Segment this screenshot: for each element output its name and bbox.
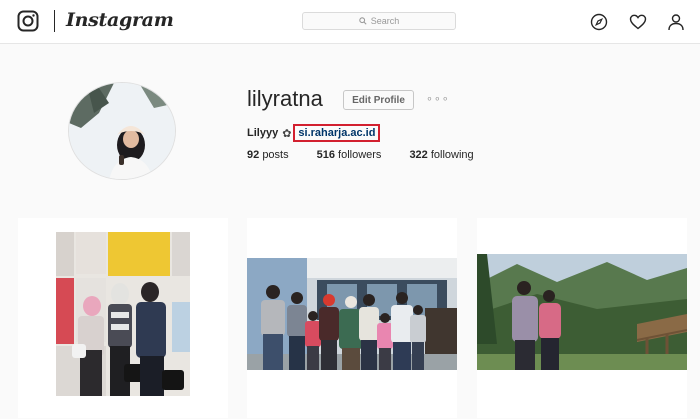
heart-icon[interactable] xyxy=(629,13,647,31)
avatar-photo xyxy=(69,83,175,179)
person-icon[interactable] xyxy=(667,13,685,31)
post-photo-group xyxy=(247,258,457,370)
post-thumbnail[interactable] xyxy=(477,218,687,418)
more-options-icon[interactable]: ∘∘∘ xyxy=(426,92,450,105)
following-stat[interactable]: 322 following xyxy=(409,149,473,161)
search-icon xyxy=(359,17,367,25)
search-placeholder: Search xyxy=(370,16,400,26)
post-thumbnail[interactable] xyxy=(18,218,228,418)
search-input[interactable]: Search xyxy=(302,12,456,30)
posts-stat[interactable]: 92 posts xyxy=(247,149,289,161)
edit-profile-button[interactable]: Edit Profile xyxy=(343,90,414,110)
instagram-wordmark[interactable]: Instagram xyxy=(66,9,174,31)
followers-stat[interactable]: 516 followers xyxy=(317,149,382,161)
post-thumbnail[interactable] xyxy=(247,218,457,418)
post-photo-mountain-couple xyxy=(477,254,687,370)
profile-stats: 92 posts 516 followers 322 following xyxy=(247,149,502,161)
explore-compass-icon[interactable] xyxy=(590,13,608,31)
profile-username: lilyratna xyxy=(247,86,323,111)
instagram-glyph-icon[interactable] xyxy=(17,10,39,32)
profile-avatar[interactable] xyxy=(68,82,176,180)
profile-full-name: Lilyyy xyxy=(247,127,279,139)
flower-icon: ✿ xyxy=(282,127,292,140)
post-photo-colored-wall xyxy=(56,232,190,396)
profile-bio: Lilyyy ✿ si.raharja.ac.id xyxy=(247,124,381,142)
top-nav: Instagram Search xyxy=(0,0,700,44)
nav-divider xyxy=(54,10,55,32)
website-link[interactable]: si.raharja.ac.id xyxy=(293,124,381,142)
